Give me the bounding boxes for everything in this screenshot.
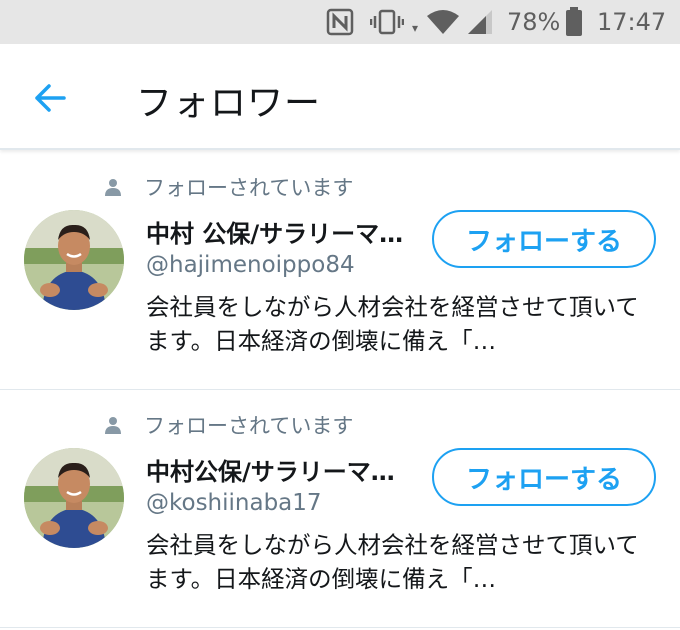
- cell-signal-icon: [466, 0, 494, 44]
- follows-you-row: フォローされています: [104, 172, 353, 202]
- list-item[interactable]: フォローされています 中村公保/サラリーマ… @koshiinaba17 フォロ…: [0, 390, 680, 628]
- battery-percent: 78%: [507, 8, 561, 36]
- vibrate-icon: [370, 0, 404, 44]
- username-handle: @hajimenoippo84: [146, 252, 355, 278]
- follows-you-row: フォローされています: [104, 410, 353, 440]
- avatar[interactable]: [24, 448, 124, 548]
- battery-icon: [565, 0, 583, 44]
- clock: 17:47: [597, 8, 667, 36]
- bio-text: 会社員をしながら人材会社を経営させて頂いてます。日本経済の倒壊に備え「…: [146, 531, 639, 593]
- back-button[interactable]: [28, 76, 72, 120]
- follows-you-label: フォローされています: [144, 176, 354, 200]
- arrow-left-icon: [35, 84, 66, 112]
- nfc-icon: [326, 0, 354, 44]
- display-name[interactable]: 中村公保/サラリーマ…: [146, 452, 414, 487]
- display-name[interactable]: 中村 公保/サラリーマン…: [146, 214, 414, 249]
- status-bar: ▾ 78% 17:47: [0, 0, 680, 44]
- person-icon: [105, 179, 121, 196]
- list-item[interactable]: フォローされています 中村 公保/サラリーマン… @hajimenoippo84…: [0, 152, 680, 390]
- page-title: フォロワー: [136, 83, 322, 124]
- avatar[interactable]: [24, 210, 124, 310]
- follows-you-label: フォローされています: [144, 414, 354, 438]
- bio-text: 会社員をしながら人材会社を経営させて頂いてます。日本経済の倒壊に備え「…: [146, 293, 639, 355]
- app-bar: フォロワー: [0, 44, 680, 150]
- wifi-icon: [426, 0, 460, 44]
- username-handle: @koshiinaba17: [146, 490, 322, 516]
- follow-button[interactable]: フォローする: [432, 448, 656, 506]
- person-icon: [105, 417, 121, 434]
- follow-button[interactable]: フォローする: [432, 210, 656, 268]
